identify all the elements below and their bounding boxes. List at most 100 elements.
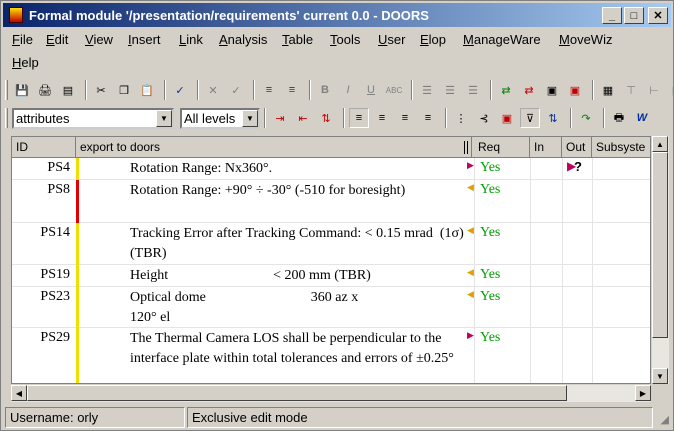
menu-movewiz[interactable]: MoveWiz xyxy=(559,32,612,47)
link-in-icon[interactable]: ◀ xyxy=(467,225,474,236)
justify-icon[interactable]: ≡ xyxy=(418,108,438,128)
table-row[interactable]: PS8 Rotation Range: +90° ÷ -30° (-510 fo… xyxy=(12,180,650,223)
row-req[interactable]: Yes xyxy=(480,289,500,305)
maximize-button[interactable]: □ xyxy=(624,7,644,24)
table-icon[interactable]: ▦ xyxy=(598,80,618,100)
link-module-icon[interactable]: ▣ xyxy=(542,80,562,100)
delete-icon[interactable]: ✕ xyxy=(203,80,223,100)
underline-icon[interactable]: U xyxy=(361,80,381,100)
row-req[interactable]: Yes xyxy=(480,160,500,176)
filter-box-icon[interactable]: ▣ xyxy=(497,108,517,128)
link-in-icon[interactable]: ◀ xyxy=(467,267,474,278)
indent-icon[interactable]: ☰ xyxy=(463,80,483,100)
row-text[interactable]: Rotation Range: +90° ÷ -30° (-510 for bo… xyxy=(130,181,465,201)
export-icon[interactable]: 🖶 xyxy=(609,108,629,128)
copy-icon[interactable]: ❐ xyxy=(114,80,134,100)
menu-help[interactable]: Help xyxy=(12,55,39,70)
menu-view[interactable]: View xyxy=(85,32,113,47)
menu-manageware[interactable]: ManageWare xyxy=(463,32,541,47)
link-out-icon[interactable]: ▶ xyxy=(467,160,474,171)
row-text[interactable]: Rotation Range: Nx360°. xyxy=(130,159,465,179)
menu-user[interactable]: User xyxy=(378,32,405,47)
row-text[interactable]: The Thermal Camera LOS shall be perpendi… xyxy=(130,329,465,369)
sort-icon[interactable]: ⇅ xyxy=(543,108,563,128)
column-header-out[interactable]: Out xyxy=(562,137,592,158)
align-center-icon[interactable]: ≡ xyxy=(372,108,392,128)
outline-split-icon[interactable]: ⇥ xyxy=(270,108,290,128)
toolbar-grip[interactable] xyxy=(5,80,8,100)
table-row[interactable]: PS14 Tracking Error after Tracking Comma… xyxy=(12,223,650,265)
column-header-id[interactable]: ID xyxy=(12,137,76,158)
menu-insert[interactable]: Insert xyxy=(128,32,161,47)
close-button[interactable]: ✕ xyxy=(648,7,668,24)
menu-link[interactable]: Link xyxy=(179,32,203,47)
links-view-icon[interactable]: ⊰ xyxy=(474,108,494,128)
table-grid-icon[interactable]: ▦ xyxy=(667,80,674,100)
row-req[interactable]: Yes xyxy=(480,225,500,241)
level-combo[interactable]: All levels ▼ xyxy=(180,107,260,129)
title-bar[interactable]: Formal module '/presentation/requirement… xyxy=(3,3,671,27)
spellcheck-icon[interactable]: ✓ xyxy=(170,80,190,100)
row-req[interactable]: Yes xyxy=(480,267,500,283)
column-header-req[interactable]: Req xyxy=(474,137,530,158)
paste-icon[interactable]: 📋 xyxy=(137,80,157,100)
column-resize-icon[interactable] xyxy=(464,141,468,154)
properties-icon[interactable]: ▤ xyxy=(58,80,78,100)
menu-analysis[interactable]: Analysis xyxy=(219,32,267,47)
align-right-icon[interactable]: ≡ xyxy=(395,108,415,128)
link-in-icon[interactable]: ◀ xyxy=(467,289,474,300)
link-out-icon[interactable]: ▶ xyxy=(467,330,474,341)
view-combo[interactable]: attributes ▼ xyxy=(12,107,174,129)
delete-link-icon[interactable]: ▣ xyxy=(565,80,585,100)
doors-app-icon[interactable] xyxy=(9,7,23,23)
menu-file[interactable]: File xyxy=(12,32,33,47)
print-icon[interactable]: 🖨 xyxy=(35,80,55,100)
level-icon[interactable]: ⋮ xyxy=(451,108,471,128)
column-header-in[interactable]: In xyxy=(530,137,562,158)
row-req[interactable]: Yes xyxy=(480,330,500,346)
vertical-scrollbar[interactable]: ▲ ▼ xyxy=(652,136,669,384)
table-row[interactable]: PS23 Optical dome 360 az x 120° el ◀ Yes xyxy=(12,287,650,328)
row-text[interactable]: Tracking Error after Tracking Command: <… xyxy=(130,224,465,264)
strikethrough-icon[interactable]: ABC xyxy=(384,80,404,100)
row-text[interactable]: Optical dome 360 az x 120° el xyxy=(130,288,465,328)
chevron-down-icon[interactable]: ▼ xyxy=(242,109,258,127)
word-export-icon[interactable]: W xyxy=(632,108,652,128)
chevron-down-icon[interactable]: ▼ xyxy=(156,109,172,127)
outline-move-icon[interactable]: ⇅ xyxy=(316,108,336,128)
row-text[interactable]: Height < 200 mm (TBR) xyxy=(130,266,465,286)
bold-icon[interactable]: B xyxy=(315,80,335,100)
save-icon[interactable]: 💾 xyxy=(12,80,32,100)
link-in-icon[interactable]: ◀ xyxy=(467,182,474,193)
insert-row-icon[interactable]: ⊤ xyxy=(621,80,641,100)
insert-column-icon[interactable]: ⊢ xyxy=(644,80,664,100)
link-from-icon[interactable]: ⇄ xyxy=(519,80,539,100)
outdent-icon[interactable]: ☰ xyxy=(440,80,460,100)
horizontal-scrollbar[interactable]: ◀ ▶ xyxy=(11,385,651,402)
link-icon[interactable]: ⇄ xyxy=(496,80,516,100)
scroll-down-icon[interactable]: ▼ xyxy=(652,368,668,384)
column-header-main[interactable]: export to doors xyxy=(76,137,472,158)
table-row[interactable]: PS19 Height < 200 mm (TBR) ◀ Yes xyxy=(12,265,650,287)
minimize-button[interactable]: _ xyxy=(602,7,622,24)
scroll-right-icon[interactable]: ▶ xyxy=(635,385,651,401)
column-header-subsystem[interactable]: Subsyste xyxy=(592,137,650,158)
insert-below-icon[interactable]: ≡ xyxy=(282,80,302,100)
italic-icon[interactable]: I xyxy=(338,80,358,100)
scroll-left-icon[interactable]: ◀ xyxy=(11,385,27,401)
insert-object-icon[interactable]: ≡ xyxy=(259,80,279,100)
table-row[interactable]: PS4 Rotation Range: Nx360°. ▶ Yes ▶ ? xyxy=(12,158,650,180)
row-req[interactable]: Yes xyxy=(480,182,500,198)
toolbar-grip-2[interactable] xyxy=(5,108,8,128)
resize-grip-icon[interactable]: ◢ xyxy=(661,413,669,426)
vertical-scroll-thumb[interactable] xyxy=(652,152,668,338)
menu-table[interactable]: Table xyxy=(282,32,313,47)
outline-merge-icon[interactable]: ⇤ xyxy=(293,108,313,128)
accept-icon[interactable]: ✓ xyxy=(226,80,246,100)
menu-elop[interactable]: Elop xyxy=(420,32,446,47)
bullets-icon[interactable]: ☰ xyxy=(417,80,437,100)
out-link-unknown[interactable]: ? xyxy=(574,159,582,174)
menu-edit[interactable]: Edit xyxy=(46,32,68,47)
align-left-icon[interactable]: ≡ xyxy=(349,108,369,128)
filter-icon[interactable]: ⊽ xyxy=(520,108,540,128)
